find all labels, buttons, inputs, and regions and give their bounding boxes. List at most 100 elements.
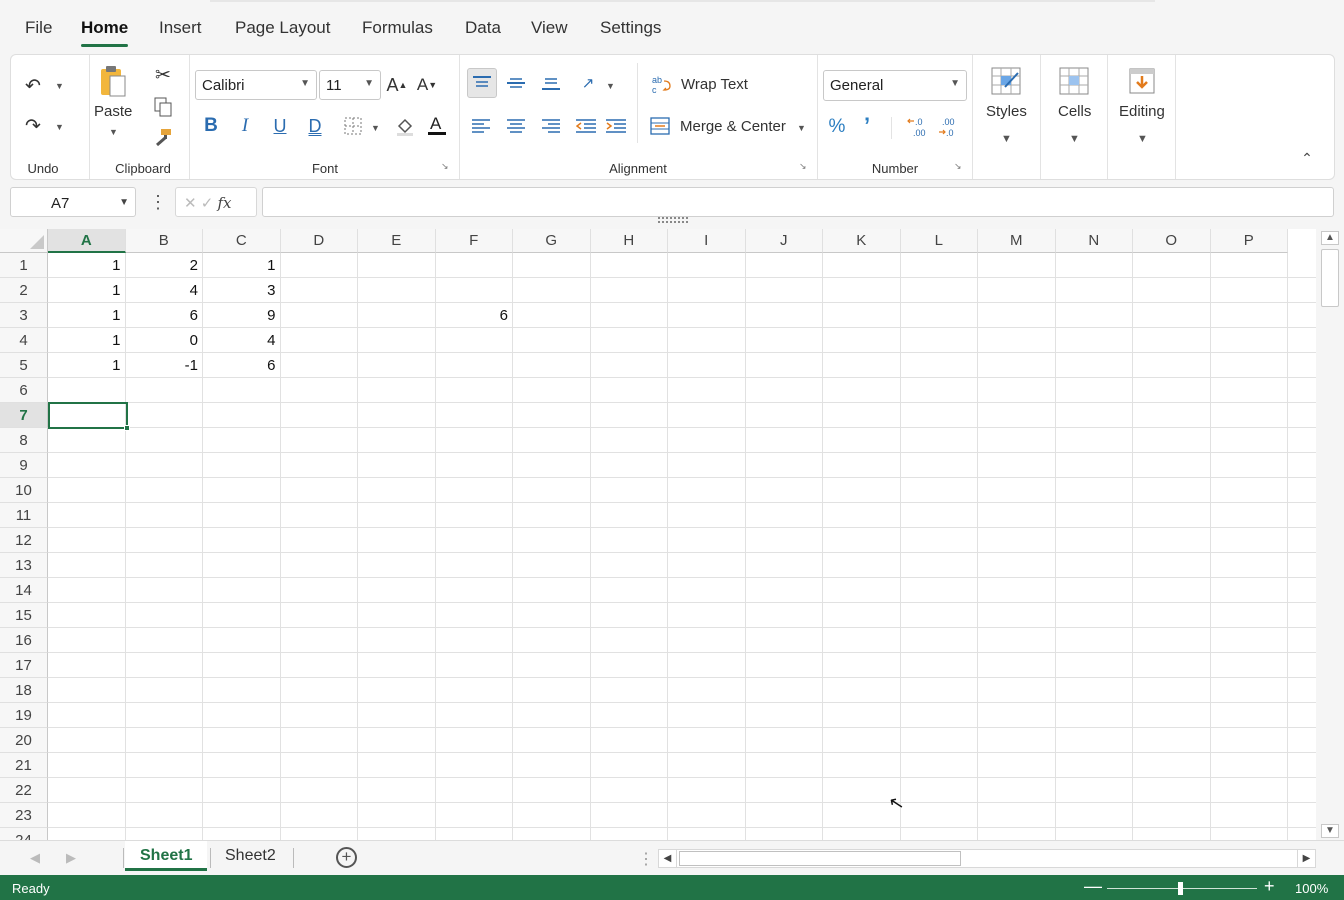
alignment-dialog-launcher-icon[interactable]: ↘ (799, 161, 807, 172)
formula-input[interactable] (262, 187, 1334, 217)
confirm-icon[interactable]: ✓ (201, 195, 214, 212)
collapse-ribbon-icon[interactable]: ⌃ (1297, 150, 1317, 166)
orientation-dropdown-icon[interactable]: ▼ (606, 81, 615, 91)
cells-dropdown-icon[interactable]: ▼ (1069, 133, 1080, 145)
column-header-l[interactable]: L (900, 229, 978, 253)
merge-center-label[interactable]: Merge & Center (680, 118, 786, 135)
column-header-e[interactable]: E (358, 229, 436, 253)
wrap-text-icon[interactable]: ab c (651, 73, 673, 97)
row-header-17[interactable]: 17 (0, 653, 48, 678)
menu-view[interactable]: View (531, 18, 568, 38)
cell-c3[interactable]: 9 (203, 303, 281, 328)
row-header-9[interactable]: 9 (0, 453, 48, 478)
more-options-icon[interactable]: ⋮ (149, 192, 167, 213)
font-color-icon[interactable]: A (425, 111, 449, 139)
wrap-text-label[interactable]: Wrap Text (681, 76, 748, 93)
styles-dropdown-icon[interactable]: ▼ (1001, 133, 1012, 145)
cell-c4[interactable]: 4 (203, 328, 281, 353)
align-top-icon[interactable] (467, 68, 497, 98)
row-header-24[interactable]: 24 (0, 828, 48, 840)
name-box[interactable]: A7 ▼ (10, 187, 136, 217)
decrease-indent-icon[interactable] (574, 113, 598, 139)
zoom-in-icon[interactable]: + (1264, 876, 1275, 897)
cell-b2[interactable]: 4 (126, 278, 204, 303)
font-dialog-launcher-icon[interactable]: ↘ (441, 161, 449, 172)
row-header-14[interactable]: 14 (0, 578, 48, 603)
row-header-16[interactable]: 16 (0, 628, 48, 653)
increase-font-size-icon[interactable]: A ▲ (385, 72, 409, 98)
cell-b1[interactable]: 2 (126, 253, 204, 278)
cell-c5[interactable]: 6 (203, 353, 281, 378)
align-middle-icon[interactable] (504, 70, 528, 96)
font-size-select[interactable]: 11 ▼ (319, 70, 381, 100)
row-header-23[interactable]: 23 (0, 803, 48, 828)
vertical-scrollbar[interactable]: ▲ ▼ (1318, 229, 1342, 840)
column-header-k[interactable]: K (823, 229, 901, 253)
column-header-g[interactable]: G (513, 229, 591, 253)
menu-data[interactable]: Data (465, 18, 501, 38)
paste-dropdown-icon[interactable]: ▼ (109, 127, 118, 137)
scroll-left-icon[interactable]: ◀ (659, 850, 677, 867)
cancel-icon[interactable]: ✕ (184, 195, 197, 212)
cell-a2[interactable]: 1 (48, 278, 126, 303)
row-header-8[interactable]: 8 (0, 428, 48, 453)
font-name-select[interactable]: Calibri ▼ (195, 70, 317, 100)
row-header-6[interactable]: 6 (0, 378, 48, 403)
menu-file[interactable]: File (25, 18, 52, 38)
column-header-o[interactable]: O (1133, 229, 1211, 253)
active-cell-outline[interactable] (48, 402, 130, 431)
horizontal-scrollbar[interactable]: ◀ ▶ (658, 849, 1316, 868)
borders-icon[interactable] (341, 113, 365, 139)
format-painter-icon[interactable] (151, 125, 175, 149)
redo-dropdown-icon[interactable]: ▼ (55, 122, 64, 132)
column-header-a[interactable]: A (48, 229, 126, 253)
prev-sheet-icon[interactable]: ◀ (30, 850, 40, 866)
row-header-21[interactable]: 21 (0, 753, 48, 778)
row-header-13[interactable]: 13 (0, 553, 48, 578)
row-header-19[interactable]: 19 (0, 703, 48, 728)
comma-style-icon[interactable]: ’ (857, 113, 877, 139)
copy-icon[interactable] (151, 95, 175, 119)
cut-icon[interactable]: ✂ (151, 63, 175, 87)
decrease-decimal-icon[interactable]: .00.0 (937, 115, 963, 139)
editing-icon[interactable] (1125, 65, 1159, 97)
cell-f3[interactable]: 6 (436, 303, 514, 328)
editing-dropdown-icon[interactable]: ▼ (1137, 133, 1148, 145)
cell-c1[interactable]: 1 (203, 253, 281, 278)
borders-dropdown-icon[interactable]: ▼ (371, 123, 380, 133)
cell-b4[interactable]: 0 (126, 328, 204, 353)
cell-c2[interactable]: 3 (203, 278, 281, 303)
row-header-20[interactable]: 20 (0, 728, 48, 753)
increase-decimal-icon[interactable]: .0.00 (906, 115, 932, 139)
styles-icon[interactable] (989, 65, 1023, 97)
zoom-level[interactable]: 100% (1295, 881, 1328, 896)
styles-label[interactable]: Styles (986, 103, 1027, 120)
spreadsheet-grid[interactable]: A B C D E F G H I J K L M N O P 1 2 3 4 5 6 7 8 9 10 11 12 13 14 15 16 1… (0, 229, 1316, 840)
row-header-4[interactable]: 4 (0, 328, 48, 353)
paste-label[interactable]: Paste (94, 103, 132, 120)
cells-icon[interactable] (1057, 65, 1091, 97)
column-header-m[interactable]: M (978, 229, 1056, 253)
editing-label[interactable]: Editing (1119, 103, 1165, 120)
horizontal-scroll-thumb[interactable] (679, 851, 961, 866)
column-header-j[interactable]: J (745, 229, 823, 253)
undo-dropdown-icon[interactable]: ▼ (55, 81, 64, 91)
double-underline-icon[interactable]: D (303, 113, 327, 139)
redo-icon[interactable]: ↷ (19, 113, 47, 139)
bold-icon[interactable]: B (199, 113, 223, 139)
merge-dropdown-icon[interactable]: ▼ (797, 123, 806, 133)
align-bottom-icon[interactable] (539, 70, 563, 96)
increase-indent-icon[interactable] (604, 113, 628, 139)
align-left-icon[interactable] (469, 113, 493, 139)
align-right-icon[interactable] (539, 113, 563, 139)
scroll-down-icon[interactable]: ▼ (1321, 824, 1339, 838)
decrease-font-size-icon[interactable]: A ▼ (415, 72, 439, 98)
row-header-2[interactable]: 2 (0, 278, 48, 303)
menu-page-layout[interactable]: Page Layout (235, 18, 330, 38)
vertical-scroll-thumb[interactable] (1321, 249, 1339, 307)
cell-a5[interactable]: 1 (48, 353, 126, 378)
menu-insert[interactable]: Insert (159, 18, 202, 38)
row-header-15[interactable]: 15 (0, 603, 48, 628)
menu-home[interactable]: Home (81, 18, 129, 47)
column-header-b[interactable]: B (125, 229, 203, 253)
